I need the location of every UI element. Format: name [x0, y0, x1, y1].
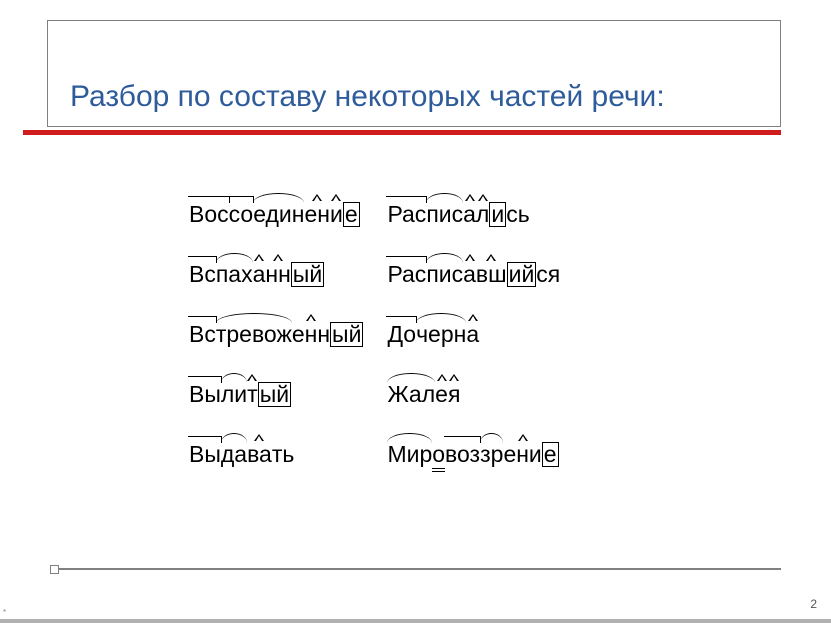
- morpheme-connect: о: [432, 441, 445, 469]
- word-text: Вылитый: [189, 381, 291, 408]
- morpheme-ending: ый: [330, 322, 363, 347]
- word-item: Мировоззрение: [387, 441, 560, 469]
- morpheme-suffix: я: [448, 381, 460, 408]
- page-number: 2: [810, 597, 817, 611]
- morpheme-suffix: а: [463, 201, 476, 228]
- word-text: Воссоединение: [189, 201, 360, 228]
- morpheme-root: един: [253, 201, 304, 228]
- footer-divider: [50, 568, 781, 570]
- morpheme-prefix: Вы: [189, 381, 221, 408]
- morpheme-prefix: Вс: [189, 321, 216, 348]
- morpheme-suffix: енн: [292, 321, 330, 348]
- word-text: Расписавшийся: [387, 261, 560, 288]
- morpheme-prefix: Вос: [189, 201, 229, 228]
- word-item: Дочерна: [387, 321, 560, 349]
- morpheme-plain: ть: [272, 441, 295, 468]
- word-text: Вспаханный: [189, 261, 324, 288]
- word-item: Вылитый: [189, 381, 363, 409]
- word-item: Расписались: [387, 201, 560, 229]
- word-item: Вспаханный: [189, 261, 363, 289]
- morpheme-prefix: воз: [445, 441, 480, 468]
- morpheme-suffix: ен: [304, 201, 330, 228]
- morpheme-root: ли: [221, 381, 247, 408]
- word-column: ВоссоединениеВспаханныйВстревоженныйВыли…: [189, 201, 363, 495]
- word-item: Воссоединение: [189, 201, 363, 229]
- morpheme-root: черн: [416, 321, 466, 348]
- word-text: Встревоженный: [189, 321, 363, 348]
- morpheme-suffix: и: [330, 201, 343, 228]
- morpheme-prefix: Вс: [189, 261, 216, 288]
- morpheme-root: зр: [480, 441, 503, 468]
- word-text: Жалея: [387, 381, 460, 408]
- morpheme-prefix: Рас: [387, 261, 426, 288]
- word-item: Расписавшийся: [387, 261, 560, 289]
- morpheme-suffix: а: [466, 321, 479, 348]
- morpheme-root: Жал: [387, 381, 435, 408]
- word-item: Встревоженный: [189, 321, 363, 349]
- bottom-edge: [0, 619, 831, 623]
- morpheme-prefix: До: [387, 321, 416, 348]
- slide: Разбор по составу некоторых частей речи:…: [0, 0, 831, 623]
- morpheme-root: да: [221, 441, 247, 468]
- morpheme-suffix: а: [253, 261, 266, 288]
- morpheme-suffix: ва: [247, 441, 272, 468]
- word-text: Выдавать: [189, 441, 294, 468]
- morpheme-root: тревож: [216, 321, 292, 348]
- morpheme-ending: и: [489, 202, 506, 227]
- morpheme-plain: сь: [506, 201, 529, 228]
- morpheme-ending: е: [542, 442, 559, 467]
- morpheme-root: пис: [426, 201, 463, 228]
- morpheme-ending: ый: [258, 382, 291, 407]
- morpheme-root: пис: [426, 261, 463, 288]
- word-item: Выдавать: [189, 441, 363, 469]
- word-text: Дочерна: [387, 321, 479, 348]
- footer-square-icon: [50, 565, 59, 574]
- word-text: Мировоззрение: [387, 441, 558, 469]
- morpheme-root: пах: [216, 261, 253, 288]
- morpheme-suffix: нн: [265, 261, 290, 288]
- word-text: Расписались: [387, 201, 529, 228]
- words-content: ВоссоединениеВспаханныйВстревоженныйВыли…: [183, 183, 663, 503]
- word-column: РасписалисьРасписавшийсяДочернаЖалеяМиро…: [387, 201, 560, 495]
- slide-title: Разбор по составу некоторых частей речи:: [70, 80, 665, 114]
- morpheme-suffix: вш: [476, 261, 507, 288]
- accent-line: [23, 130, 781, 135]
- morpheme-suffix: л: [476, 201, 489, 228]
- morpheme-ending: е: [343, 202, 360, 227]
- morpheme-root: Мир: [387, 441, 432, 468]
- morpheme-ending: ый: [291, 262, 324, 287]
- morpheme-ending: ий: [507, 262, 537, 287]
- morpheme-prefix: Вы: [189, 441, 221, 468]
- footnote-star-icon: *: [3, 608, 6, 617]
- morpheme-prefix: Рас: [387, 201, 426, 228]
- morpheme-suffix: е: [435, 381, 448, 408]
- morpheme-plain: ся: [536, 261, 560, 288]
- morpheme-suffix: а: [463, 261, 476, 288]
- morpheme-suffix: т: [247, 381, 258, 408]
- word-item: Жалея: [387, 381, 560, 409]
- morpheme-prefix: со: [229, 201, 254, 228]
- morpheme-suffix: ени: [503, 441, 541, 468]
